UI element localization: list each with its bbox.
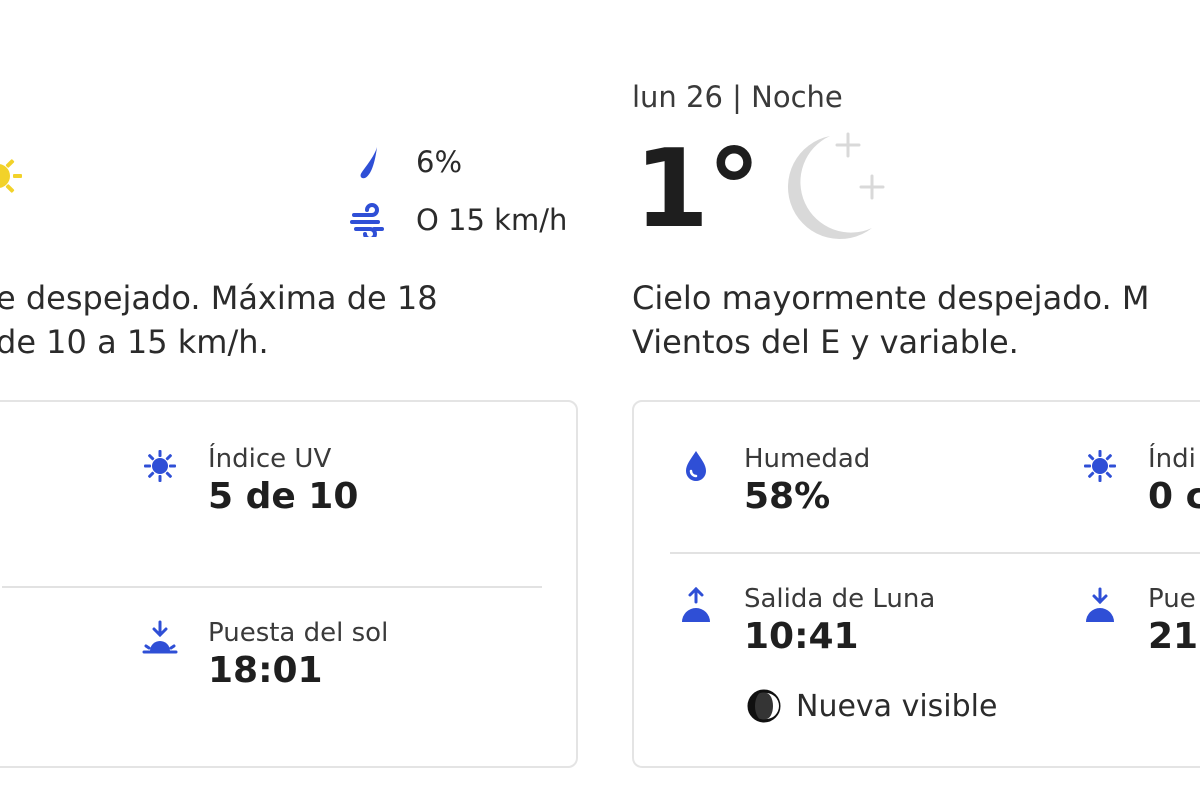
day-description-line2: de 10 a 15 km/h.: [0, 323, 269, 361]
moon-phase-label: Nueva visible: [796, 688, 998, 724]
day-description: e despejado. Máxima de 18 de 10 a 15 km/…: [0, 276, 438, 364]
day-uv-detail: Índice UV 5 de 10: [140, 444, 358, 520]
night-description-line1: Cielo mayormente despejado. M: [632, 279, 1150, 317]
night-moonrise-detail: Salida de Luna 10:41: [676, 584, 935, 660]
moon-phase-icon: [747, 689, 781, 723]
moonset-icon: [1080, 586, 1120, 626]
night-temperature: 1°: [634, 127, 761, 252]
night-moonset-label: Pue: [1148, 584, 1196, 614]
night-moonset-detail: Pue 21:: [1080, 584, 1200, 660]
moonrise-icon: [676, 586, 716, 626]
divider: [670, 552, 1200, 554]
night-uv-detail: Índi 0 c: [1080, 444, 1200, 520]
night-uv-value: 0 c: [1148, 476, 1200, 517]
day-wind-row: O 15 km/h: [350, 202, 567, 238]
night-humidity-label: Humedad: [744, 444, 871, 474]
day-uv-value: 5 de 10: [208, 476, 359, 517]
day-description-line1: e despejado. Máxima de 18: [0, 279, 438, 317]
raindrop-icon: [350, 144, 386, 180]
sunset-icon: [140, 620, 180, 660]
night-description: Cielo mayormente despejado. M Vientos de…: [632, 276, 1149, 364]
day-sunset-detail: Puesta del sol 18:01: [140, 618, 388, 694]
weather-forecast-view: 6% O 15 km/h e despejado. Máxima de 18 d…: [0, 0, 1200, 800]
night-uv-label: Índi: [1148, 444, 1196, 474]
divider: [2, 586, 542, 588]
day-sunset-label: Puesta del sol: [208, 618, 389, 648]
day-uv-label: Índice UV: [208, 444, 332, 474]
moon-phase-row: Nueva visible: [746, 688, 997, 724]
night-date-label: lun 26 | Noche: [632, 80, 843, 114]
humidity-drop-icon: [676, 446, 716, 486]
uv-sun-icon: [1080, 446, 1120, 486]
night-moonrise-label: Salida de Luna: [744, 584, 936, 614]
day-precip-value: 6%: [416, 145, 463, 179]
moon-stars-icon: [787, 132, 885, 240]
night-description-line2: Vientos del E y variable.: [632, 323, 1019, 361]
day-precip-row: 6%: [350, 144, 462, 180]
day-sunset-value: 18:01: [208, 650, 323, 691]
night-moonset-value: 21:: [1148, 616, 1200, 657]
day-wind-value: O 15 km/h: [416, 203, 568, 237]
night-moonrise-value: 10:41: [744, 616, 859, 657]
sun-icon: [0, 159, 22, 193]
uv-sun-icon: [140, 446, 180, 486]
night-humidity-detail: Humedad 58%: [676, 444, 870, 520]
night-humidity-value: 58%: [744, 476, 831, 517]
wind-icon: [350, 202, 386, 238]
